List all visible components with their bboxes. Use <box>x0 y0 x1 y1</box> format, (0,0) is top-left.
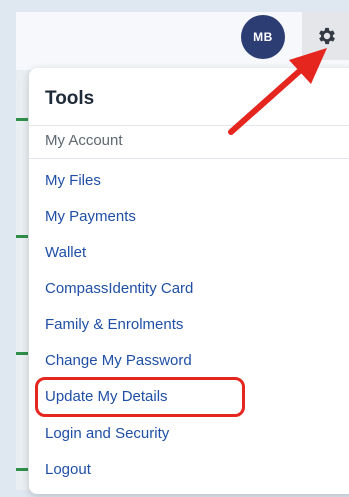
menu-item-logout[interactable]: Logout <box>45 461 91 478</box>
status-mark <box>16 118 28 121</box>
menu-title: Tools <box>45 88 95 109</box>
background-content-strip <box>16 70 30 490</box>
status-mark <box>16 468 28 471</box>
section-label-my-account: My Account <box>45 132 123 149</box>
highlight-annotation <box>35 377 245 417</box>
divider <box>29 158 349 159</box>
menu-item-compass-identity-card[interactable]: CompassIdentity Card <box>45 280 193 297</box>
menu-item-my-files[interactable]: My Files <box>45 172 101 189</box>
menu-item-change-password[interactable]: Change My Password <box>45 352 192 369</box>
menu-item-login-security[interactable]: Login and Security <box>45 425 169 442</box>
status-mark <box>16 352 28 355</box>
menu-item-wallet[interactable]: Wallet <box>45 244 86 261</box>
status-mark <box>16 235 28 238</box>
menu-item-my-payments[interactable]: My Payments <box>45 208 136 225</box>
arrow-annotation <box>228 48 327 135</box>
menu-item-family-enrolments[interactable]: Family & Enrolments <box>45 316 183 333</box>
